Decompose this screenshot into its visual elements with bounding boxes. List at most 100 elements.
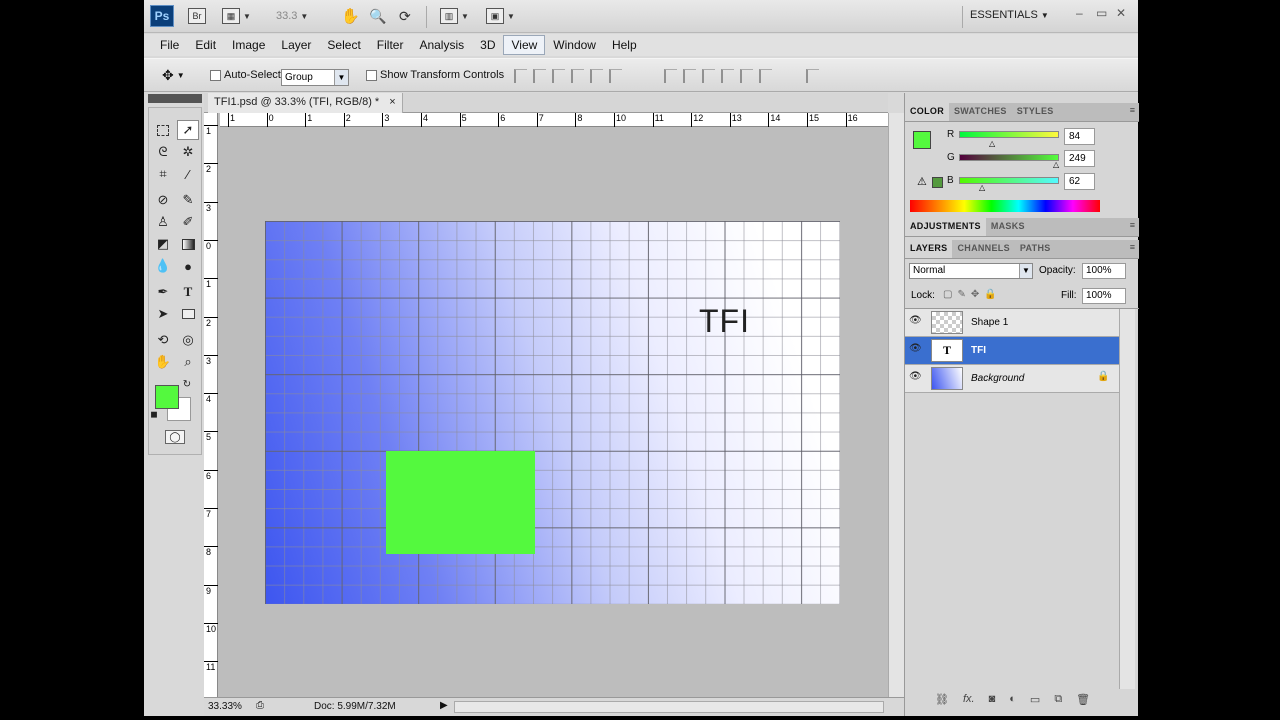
bridge-button[interactable]: Br	[188, 7, 206, 25]
layer-row-selected[interactable]: 👁 T TFI	[905, 337, 1119, 365]
add-mask-icon[interactable]: ◙	[989, 693, 996, 706]
fill-field[interactable]: 100%	[1082, 288, 1126, 304]
vertical-scrollbar[interactable]	[888, 113, 904, 699]
path-selection-tool[interactable]: ➤	[152, 304, 174, 324]
workspace-switcher[interactable]: ESSENTIALS ▼	[970, 9, 1049, 21]
color-spectrum-bar[interactable]	[910, 200, 1100, 212]
document-tab[interactable]: TFI1.psd @ 33.3% (TFI, RGB/8) * ×	[208, 93, 403, 113]
type-tool[interactable]: T	[177, 282, 199, 302]
magic-wand-tool[interactable]: ✲	[177, 142, 199, 162]
history-brush-tool[interactable]: ✐	[177, 212, 199, 232]
tab-layers[interactable]: LAYERS	[905, 240, 953, 258]
hand-tool-button[interactable]: ✋	[341, 7, 360, 25]
close-button[interactable]: ✕	[1116, 6, 1126, 20]
status-icon[interactable]: ⎙	[256, 700, 264, 711]
delete-layer-icon[interactable]: 🗑	[1076, 693, 1090, 706]
healing-brush-tool[interactable]: ⊘	[152, 190, 174, 210]
clone-stamp-tool[interactable]: ♙	[152, 212, 174, 232]
layer-row[interactable]: 👁 Background 🔒	[905, 365, 1119, 393]
green-rectangle-shape[interactable]	[386, 451, 535, 554]
menu-window[interactable]: Window	[545, 35, 604, 55]
zoom-tool-button[interactable]: 🔍	[369, 7, 386, 25]
tab-color[interactable]: COLOR	[905, 103, 949, 121]
tab-masks[interactable]: MASKS	[986, 218, 1030, 236]
menu-help[interactable]: Help	[604, 35, 645, 55]
menu-filter[interactable]: Filter	[369, 35, 412, 55]
toolbar-header[interactable]	[148, 94, 202, 103]
link-layers-icon[interactable]: ⛓	[935, 693, 949, 706]
adjustment-layer-icon[interactable]: ◐	[1009, 693, 1016, 706]
move-tool[interactable]: ➚	[177, 120, 199, 140]
eyedropper-tool[interactable]: ⁄	[177, 164, 199, 184]
menu-analysis[interactable]: Analysis	[411, 35, 472, 55]
rectangle-tool[interactable]	[177, 304, 199, 324]
eye-icon[interactable]: 👁	[909, 315, 923, 329]
transform-checkbox[interactable]	[366, 69, 377, 81]
menu-image[interactable]: Image	[224, 35, 273, 55]
panel-menu-icon[interactable]: ≡	[1126, 103, 1139, 121]
layer-row[interactable]: 👁 Shape 1	[905, 309, 1119, 337]
vertical-ruler[interactable]: 1230123456789101112	[204, 113, 218, 711]
3d-orbit-tool[interactable]: ◎	[177, 330, 199, 350]
menu-3d[interactable]: 3D	[472, 35, 503, 55]
status-zoom[interactable]: 33.33%	[208, 701, 242, 712]
menu-select[interactable]: Select	[319, 35, 368, 55]
g-slider-handle[interactable]: △	[1053, 160, 1059, 169]
auto-align-button[interactable]	[806, 69, 819, 83]
foreground-color-swatch[interactable]	[155, 385, 179, 409]
tab-swatches[interactable]: SWATCHES	[949, 103, 1012, 121]
eye-icon[interactable]: 👁	[909, 371, 923, 385]
auto-select-checkbox[interactable]	[210, 69, 221, 81]
g-slider[interactable]	[959, 154, 1059, 161]
b-value-field[interactable]: 62	[1064, 173, 1095, 190]
zoom-level-dropdown[interactable]: 33.3 ▼	[276, 7, 308, 25]
blur-tool[interactable]: 💧	[152, 256, 174, 276]
dodge-tool[interactable]: ●	[177, 256, 199, 276]
menu-view[interactable]: View	[503, 35, 546, 55]
crop-tool[interactable]: ⌗	[152, 164, 174, 184]
b-slider-handle[interactable]: △	[979, 183, 985, 192]
restore-button[interactable]: ▭	[1096, 6, 1107, 20]
view-extras-button[interactable]: ▦ ▼	[222, 7, 251, 25]
hand-tool[interactable]: ✋	[152, 352, 174, 372]
b-slider[interactable]	[959, 177, 1059, 184]
auto-select-option[interactable]: Auto-Select:	[210, 69, 284, 81]
pen-tool[interactable]: ✒	[152, 282, 174, 302]
rotate-view-button[interactable]: ⟳	[399, 7, 411, 25]
3d-rotate-tool[interactable]: ⟲	[152, 330, 174, 350]
swap-colors-icon[interactable]: ↻	[181, 378, 193, 390]
close-icon[interactable]: ×	[389, 96, 395, 110]
default-colors-icon[interactable]: ◼	[148, 408, 160, 420]
new-group-icon[interactable]: ▭	[1030, 693, 1040, 706]
lock-icons[interactable]: ▢✎✥🔒	[943, 289, 1002, 300]
arrange-documents-button[interactable]: ▥ ▼	[440, 7, 469, 25]
panel-menu-icon[interactable]: ≡	[1126, 240, 1139, 258]
minimize-button[interactable]: –	[1076, 6, 1083, 20]
align-buttons[interactable]	[514, 69, 622, 83]
eye-icon[interactable]: 👁	[909, 343, 923, 357]
tab-paths[interactable]: PATHS	[1015, 240, 1056, 258]
play-icon[interactable]: ▶	[440, 700, 448, 711]
distribute-buttons[interactable]	[664, 69, 772, 83]
zoom-tool[interactable]: ⌕	[177, 352, 199, 372]
new-layer-icon[interactable]: ⧉	[1054, 693, 1062, 706]
marquee-tool[interactable]	[152, 120, 174, 140]
warning-icon[interactable]: ⚠	[917, 175, 927, 188]
menu-layer[interactable]: Layer	[273, 35, 319, 55]
tool-preset-picker[interactable]: ✥ ▼	[162, 67, 185, 84]
canvas[interactable]: TFI	[265, 221, 840, 604]
tab-styles[interactable]: STYLES	[1012, 103, 1059, 121]
gamut-swatch[interactable]	[932, 177, 943, 188]
menu-edit[interactable]: Edit	[187, 35, 224, 55]
panel-menu-icon[interactable]: ≡	[1126, 218, 1139, 236]
brush-tool[interactable]: ✎	[177, 190, 199, 210]
transform-controls-option[interactable]: Show Transform Controls	[366, 69, 504, 81]
gradient-tool[interactable]	[177, 234, 199, 254]
r-value-field[interactable]: 84	[1064, 128, 1095, 145]
auto-select-dropdown[interactable]: Group ▼	[281, 69, 349, 86]
r-slider-handle[interactable]: △	[989, 139, 995, 148]
menu-file[interactable]: File	[152, 35, 187, 55]
blend-mode-dropdown[interactable]: Normal ▼	[909, 263, 1033, 279]
color-fg-swatch[interactable]	[913, 131, 931, 149]
horizontal-ruler[interactable]: 1 0 1 2 3 4 5 6 7 8 10 11 12 13 14 15 16	[220, 113, 888, 127]
